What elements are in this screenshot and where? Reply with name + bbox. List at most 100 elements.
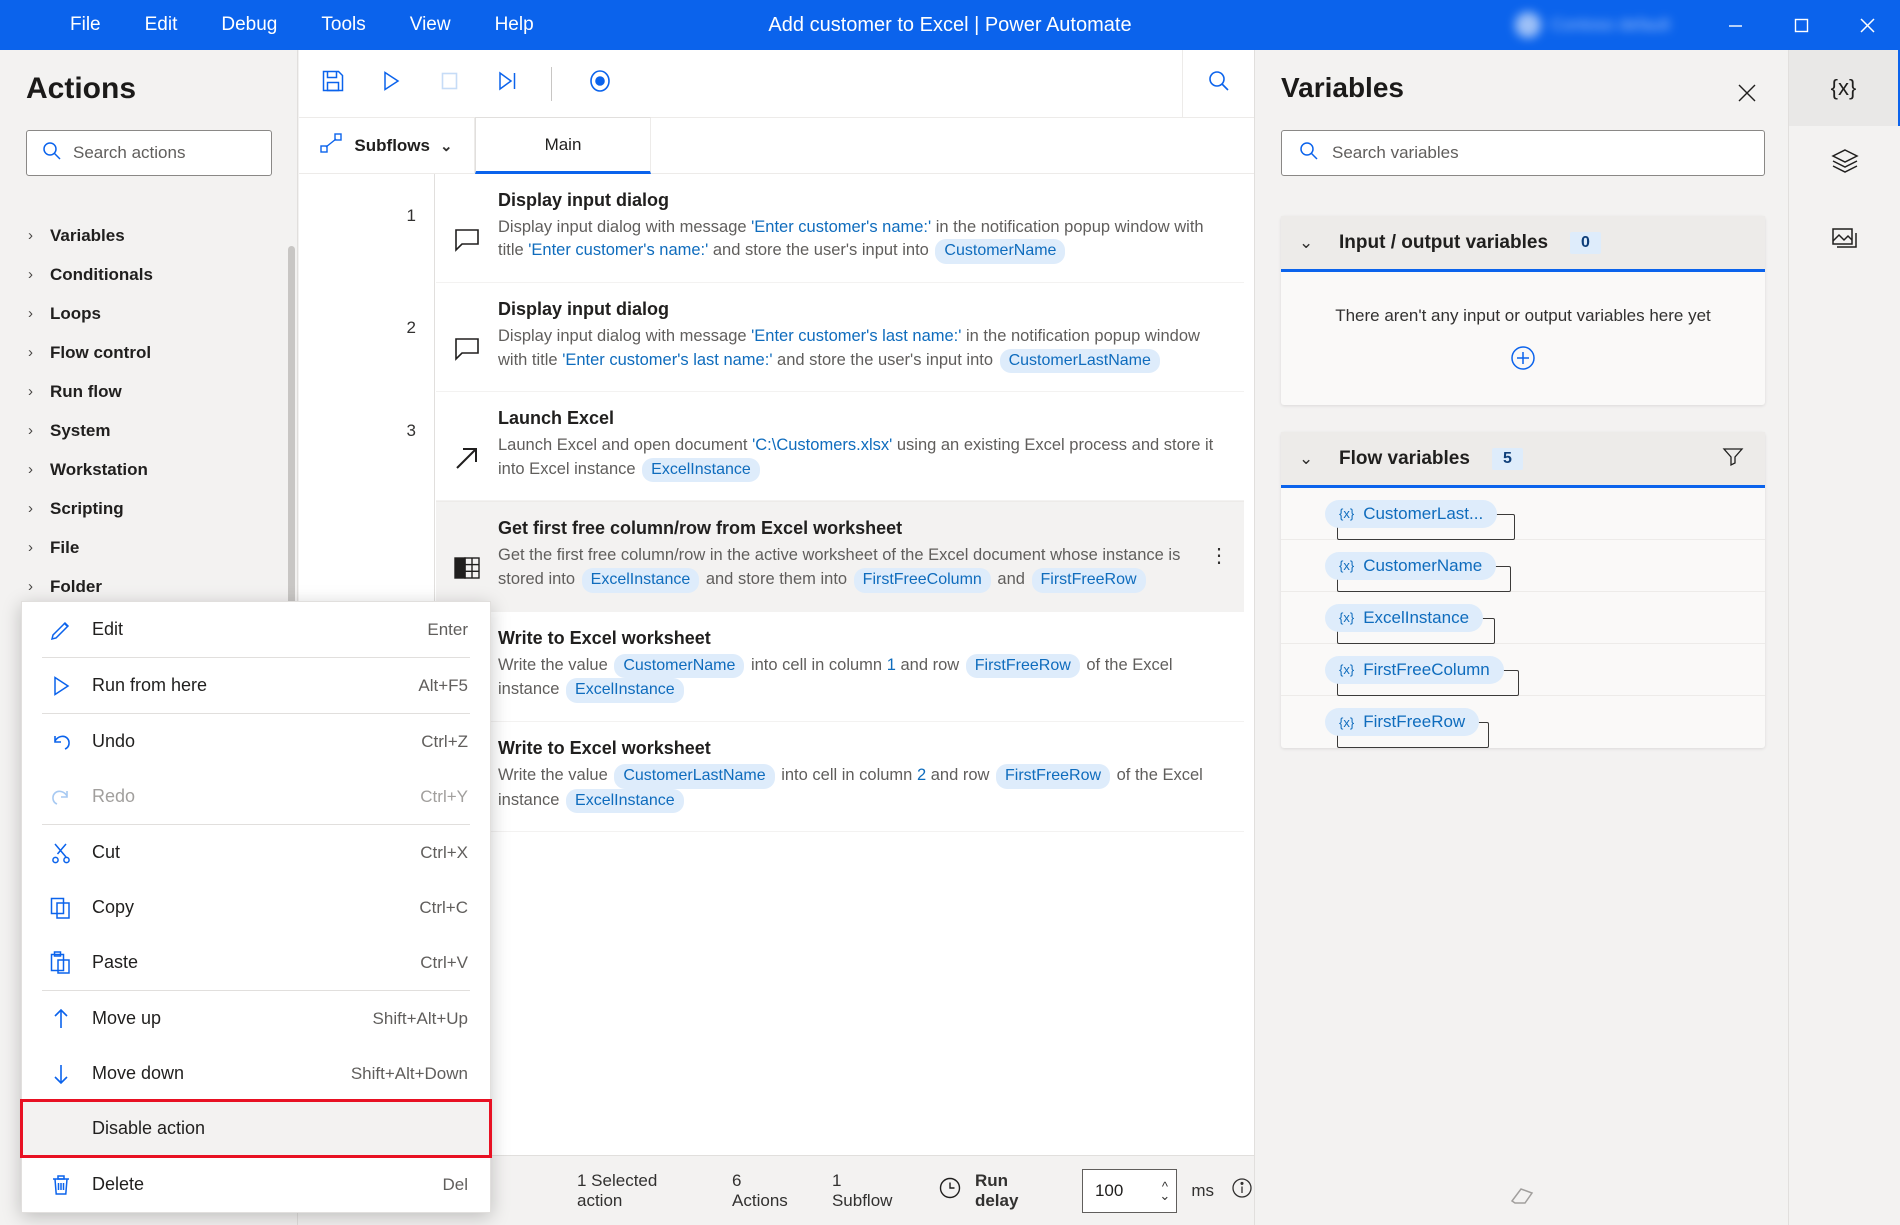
more-options-icon[interactable]: ⋮ [1208,546,1230,566]
chevron-right-icon: › [28,305,33,322]
tab-subflows[interactable]: Subflows ⌄ [299,118,475,173]
stop-button[interactable] [425,60,473,108]
run-next-action-button[interactable] [483,60,531,108]
variable-token: FirstFreeRow [996,764,1111,789]
add-variable-button[interactable] [1281,326,1765,405]
context-menu-item-move-up[interactable]: Move up Shift+Alt+Up [22,991,490,1046]
sidebar-item-flow-control[interactable]: › Flow control [0,333,296,372]
variable-row[interactable]: {x} CustomerName [1281,540,1765,592]
tab-main[interactable]: Main [475,117,651,174]
menu-debug[interactable]: Debug [199,8,299,42]
context-menu-item-cut[interactable]: Cut Ctrl+X [22,825,490,880]
context-menu-item-label: Redo [92,786,136,806]
action-row[interactable]: Write to Excel worksheet Write the value… [436,722,1244,833]
sidebar-item-variables[interactable]: › Variables [0,216,296,255]
action-title: Launch Excel [498,408,615,429]
stepper-down-icon[interactable]: ⌄ [1159,1189,1170,1202]
input-output-variables-header[interactable]: ⌄ Input / output variables 0 [1281,216,1765,272]
variable-pill[interactable]: {x} CustomerName [1325,551,1497,580]
chevron-down-icon: ⌄ [1299,448,1314,468]
context-menu-item-shortcut: Ctrl+X [420,842,468,862]
run-icon [378,68,404,99]
menu-tools[interactable]: Tools [299,8,387,42]
variables-panel: Variables Search variables ⌄ Input / out… [1254,50,1788,1225]
variable-pill[interactable]: {x} FirstFreeRow [1325,708,1480,736]
action-description: Get the first free column/row in the act… [498,544,1226,593]
toolbar-divider [551,66,552,101]
run-delay-input[interactable]: 100 ^ ⌄ [1081,1168,1178,1213]
context-menu-item-delete[interactable]: Delete Del [22,1157,490,1212]
filter-icon[interactable] [1721,444,1745,473]
variable-pill[interactable]: {x} FirstFreeColumn [1325,655,1504,684]
layers-icon [1830,146,1860,182]
context-menu-item-run-from-here[interactable]: Run from here Alt+F5 [22,658,490,713]
input-output-variables-label: Input / output variables [1339,231,1549,253]
context-menu-item-shortcut: Del [442,1174,468,1194]
variable-token: CustomerName [935,239,1066,265]
sidebar-item-system[interactable]: › System [0,411,296,450]
close-panel-icon[interactable] [1730,76,1764,110]
stop-icon [436,68,462,99]
launch-excel-icon [450,408,484,482]
minimize-button[interactable] [1702,0,1768,50]
sidebar-item-scripting[interactable]: › Scripting [0,489,296,528]
search-variables-input[interactable]: Search variables [1281,130,1765,176]
subflow-icon [320,132,344,159]
close-button[interactable] [1834,0,1900,50]
menu-edit[interactable]: Edit [123,8,200,42]
context-menu-item-copy[interactable]: Copy Ctrl+C [22,880,490,935]
run-delay-stepper[interactable]: ^ ⌄ [1159,1180,1170,1202]
context-menu-item-undo[interactable]: Undo Ctrl+Z [22,714,490,769]
context-menu-item-label: Move down [92,1063,185,1083]
action-row[interactable]: Write to Excel worksheet Write the value… [436,611,1244,722]
actions-count: 6 Actions [732,1170,788,1210]
action-row[interactable]: Launch Excel Launch Excel and open docum… [436,392,1244,502]
variable-row[interactable]: {x} CustomerLast... [1281,488,1765,540]
sidebar-item-file[interactable]: › File [0,528,296,567]
context-menu-item-label: Undo [92,731,136,751]
trash-icon [48,1172,92,1198]
variable-pill[interactable]: {x} CustomerLast... [1325,499,1498,528]
variable-token: FirstFreeRow [965,653,1080,679]
context-menu-item-label: Paste [92,952,139,972]
info-icon[interactable] [1230,1176,1254,1205]
context-menu-item-edit[interactable]: Edit Enter [22,602,490,657]
sidebar-item-conditionals[interactable]: › Conditionals [0,255,296,294]
rail-button-images[interactable] [1789,202,1900,278]
rail-button-variables[interactable]: {x} [1789,50,1900,126]
variable-row[interactable]: {x} FirstFreeRow [1281,696,1765,748]
search-actions-input[interactable]: Search actions [26,130,272,176]
selected-actions-count: 1 Selected action [577,1170,658,1210]
rail-button-ui-elements[interactable] [1789,126,1900,202]
variable-braces-icon: {x} [1339,558,1355,573]
recorder-button[interactable] [576,60,624,108]
sidebar-item-loops[interactable]: › Loops [0,294,296,333]
variable-name: FirstFreeColumn [1363,659,1490,679]
sidebar-item-workstation[interactable]: › Workstation [0,450,296,489]
context-menu-item-paste[interactable]: Paste Ctrl+V [22,935,490,990]
account-chip[interactable]: Contoso default [1514,12,1670,38]
sidebar-item-run-flow[interactable]: › Run flow [0,372,296,411]
variable-pill[interactable]: {x} ExcelInstance [1325,603,1484,632]
action-row-selected[interactable]: Get first free column/row from Excel wor… [436,501,1244,612]
variable-row[interactable]: {x} FirstFreeColumn [1281,644,1765,696]
variable-row[interactable]: {x} ExcelInstance [1281,592,1765,644]
menu-help[interactable]: Help [473,8,556,42]
action-row[interactable]: Display input dialog Display input dialo… [436,174,1244,284]
toolbar-search-button[interactable] [1182,50,1254,117]
context-menu-item-move-down[interactable]: Move down Shift+Alt+Down [22,1046,490,1101]
save-button[interactable] [309,60,357,108]
window-controls [1702,0,1900,50]
variable-token: ExcelInstance [566,678,684,703]
literal-token: 'Enter customer's last name:' [562,350,773,369]
maximize-button[interactable] [1768,0,1834,50]
action-title: Get first free column/row from Excel wor… [498,518,903,539]
run-button[interactable] [367,60,415,108]
action-row[interactable]: Display input dialog Display input dialo… [436,283,1244,393]
context-menu-item-disable-action[interactable]: Disable action [20,1099,492,1158]
menu-view[interactable]: View [388,8,473,42]
flow-variables-header[interactable]: ⌄ Flow variables 5 [1281,432,1765,488]
action-body: Write to Excel worksheet Write the value… [498,738,1226,814]
menu-file[interactable]: File [48,8,123,42]
eraser-icon[interactable] [1255,1180,1788,1215]
